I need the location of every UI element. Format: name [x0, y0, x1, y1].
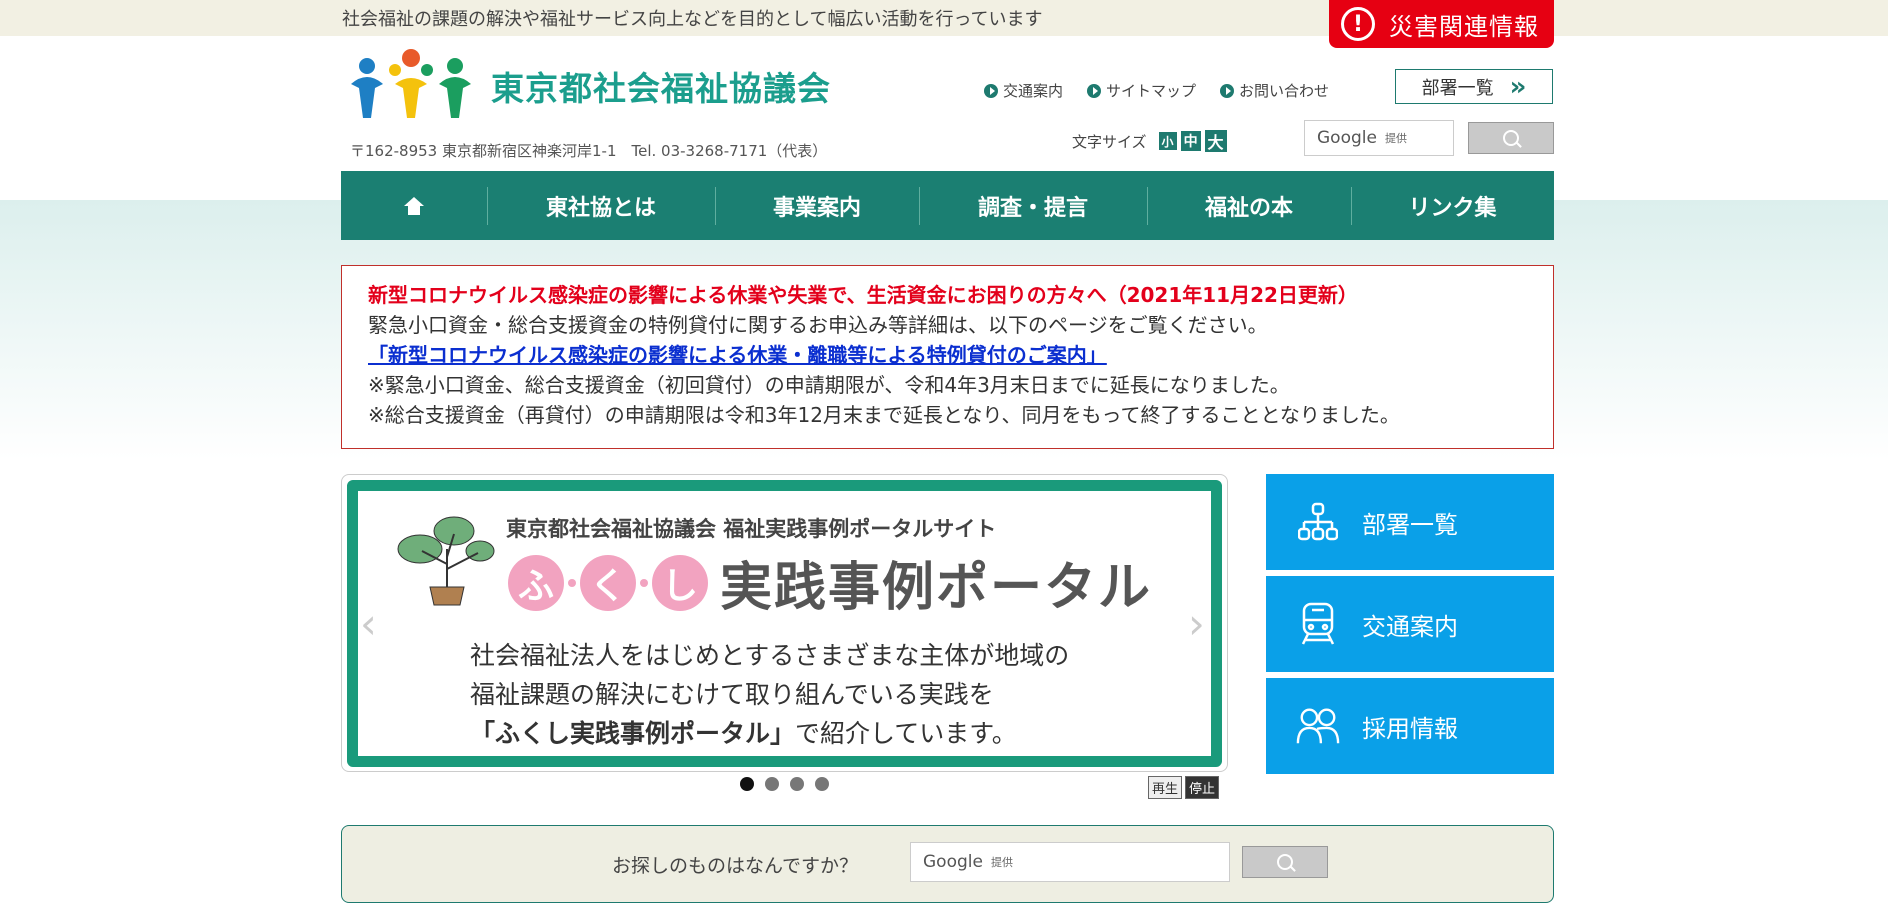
provided-label: 提供 — [1384, 132, 1407, 145]
main-nav: 東社協とは 事業案内 調査・提言 福祉の本 リンク集 — [341, 171, 1554, 240]
side-button-label: 部署一覧 — [1362, 510, 1458, 539]
notice-line: ※総合支援資金（再貸付）の申請期限は令和3年12月末まで延長となり、同月をもって… — [368, 403, 1400, 427]
slide-banner[interactable]: 東京都社会福祉協議会 福祉実践事例ポータルサイト ふ く し 実践事例ポータル … — [347, 480, 1222, 767]
arrow-circle-icon — [1220, 83, 1235, 98]
disaster-info-button[interactable]: ! 災害関連情報 — [1329, 0, 1554, 48]
notice-title: 新型コロナウイルス感染症の影響による休業や失業で、生活資金にお困りの方々へ（20… — [368, 283, 1358, 307]
header-search-button[interactable] — [1468, 122, 1554, 154]
font-size-small-button[interactable]: 小 — [1158, 132, 1177, 150]
side-recruit-button[interactable]: 採用情報 — [1266, 678, 1554, 774]
slide-subtitle: 東京都社会福祉協議会 福祉実践事例ポータルサイト — [506, 517, 997, 541]
people-icon — [1296, 704, 1340, 748]
font-size-control: 文字サイズ 小 中 大 — [1072, 130, 1227, 152]
home-icon — [404, 196, 424, 215]
side-button-label: 交通案内 — [1362, 612, 1458, 641]
nav-links[interactable]: リンク集 — [1351, 171, 1554, 240]
slide-title: ふ く し 実践事例ポータル — [508, 545, 1152, 620]
notice-line: 緊急小口資金・総合支援資金の特例貸付に関するお申込み等詳細は、以下のページをご覧… — [368, 313, 1268, 337]
slider-prev-button[interactable]: ‹ — [360, 603, 377, 645]
side-button-label: 採用情報 — [1362, 714, 1458, 743]
util-link-sitemap[interactable]: サイトマップ — [1087, 80, 1196, 101]
kana-circle: く — [580, 554, 636, 611]
train-icon — [1296, 602, 1340, 646]
notice-line: ※緊急小口資金、総合支援資金（初回貸付）の申請期限が、令和4年3月末日までに延長… — [368, 373, 1290, 397]
bottom-search-prompt: お探しのものはなんですか？ — [612, 855, 859, 877]
util-link-label: お問い合わせ — [1239, 82, 1330, 100]
slide-body-line: 福祉課題の解決にむけて取り組んでいる実践を — [470, 680, 994, 709]
slide-body-rest: で紹介しています。 — [795, 719, 1017, 748]
org-chart-icon — [1296, 500, 1340, 544]
kana-circle: ふ — [508, 554, 564, 611]
slider-dot[interactable] — [815, 777, 829, 791]
arrow-circle-icon — [984, 83, 998, 98]
dept-list-label: 部署一覧 — [1421, 77, 1494, 99]
slider-next-button[interactable]: › — [1188, 603, 1205, 645]
kana-circle: し — [652, 554, 708, 611]
slide-body-line: 社会福祉法人をはじめとするさまざまな主体が地域の — [470, 641, 1070, 670]
font-size-large-button[interactable]: 大 — [1204, 130, 1227, 152]
slider-dot[interactable] — [740, 777, 754, 791]
util-link-label: 交通案内 — [1003, 82, 1064, 100]
bottom-search-button[interactable] — [1242, 846, 1328, 878]
org-name: 東京都社会福祉協議会 — [491, 69, 831, 108]
kana-dot — [568, 578, 576, 587]
slider-play-button[interactable]: 再生 — [1148, 776, 1183, 799]
provided-label: 提供 — [990, 856, 1013, 869]
address-text: 〒162-8953 東京都新宿区神楽河岸1-1 Tel. 03-3268-717… — [350, 142, 828, 160]
utility-links: 交通案内 サイトマップ お問い合わせ — [984, 80, 1329, 101]
disaster-info-label: 災害関連情報 — [1389, 12, 1539, 41]
notice-link[interactable]: 「新型コロナウイルス感染症の影響による休業・離職等による特例貸付のご案内」 — [368, 340, 1107, 370]
bottom-search-panel: お探しのものはなんですか？ Google 提供 — [341, 825, 1554, 903]
slider-dots — [740, 777, 829, 791]
site-tagline: 社会福祉の課題の解決や福祉サービス向上などを目的として幅広い活動を行っています — [342, 9, 1043, 30]
slide-body: 社会福祉法人をはじめとするさまざまな主体が地域の 福祉課題の解決にむけて取り組ん… — [470, 636, 1069, 753]
dept-list-button[interactable]: 部署一覧 » — [1395, 69, 1553, 104]
nav-home[interactable] — [341, 171, 487, 240]
nav-research[interactable]: 調査・提言 — [919, 171, 1147, 240]
search-icon — [1277, 854, 1293, 870]
slider-dot[interactable] — [765, 777, 779, 791]
covid-notice: 新型コロナウイルス感染症の影響による休業や失業で、生活資金にお困りの方々へ（20… — [341, 265, 1554, 449]
header-search-input[interactable]: Google 提供 — [1304, 120, 1454, 156]
util-link-contact[interactable]: お問い合わせ — [1220, 80, 1329, 101]
slider-controls: 再生 停止 — [1148, 776, 1220, 799]
nav-about[interactable]: 東社協とは — [487, 171, 715, 240]
kana-dot — [640, 578, 648, 587]
google-label: Google — [1317, 128, 1377, 148]
slider-dot[interactable] — [790, 777, 804, 791]
arrow-circle-icon — [1087, 83, 1102, 98]
search-icon — [1503, 130, 1519, 146]
util-link-access[interactable]: 交通案内 — [984, 80, 1063, 101]
plant-illustration — [397, 516, 495, 606]
slider-stop-button[interactable]: 停止 — [1185, 776, 1220, 799]
font-size-medium-button[interactable]: 中 — [1180, 131, 1201, 151]
side-dept-list-button[interactable]: 部署一覧 — [1266, 474, 1554, 570]
nav-services[interactable]: 事業案内 — [715, 171, 919, 240]
slide-body-bold: 「ふくし実践事例ポータル」 — [470, 719, 796, 748]
google-label: Google — [923, 852, 983, 872]
slide-title-main: 実践事例ポータル — [720, 558, 1153, 618]
alert-icon: ! — [1341, 7, 1375, 41]
bottom-search-input[interactable]: Google 提供 — [910, 842, 1230, 882]
util-link-label: サイトマップ — [1106, 82, 1197, 100]
font-size-label: 文字サイズ — [1072, 132, 1147, 151]
double-chevron-right-icon: » — [1509, 71, 1527, 102]
logo-people-icon — [351, 49, 471, 118]
banner-slider: 東京都社会福祉協議会 福祉実践事例ポータルサイト ふ く し 実践事例ポータル … — [341, 474, 1228, 772]
nav-books[interactable]: 福祉の本 — [1147, 171, 1351, 240]
site-logo[interactable]: 東京都社会福祉協議会 — [345, 48, 830, 124]
side-access-button[interactable]: 交通案内 — [1266, 576, 1554, 672]
